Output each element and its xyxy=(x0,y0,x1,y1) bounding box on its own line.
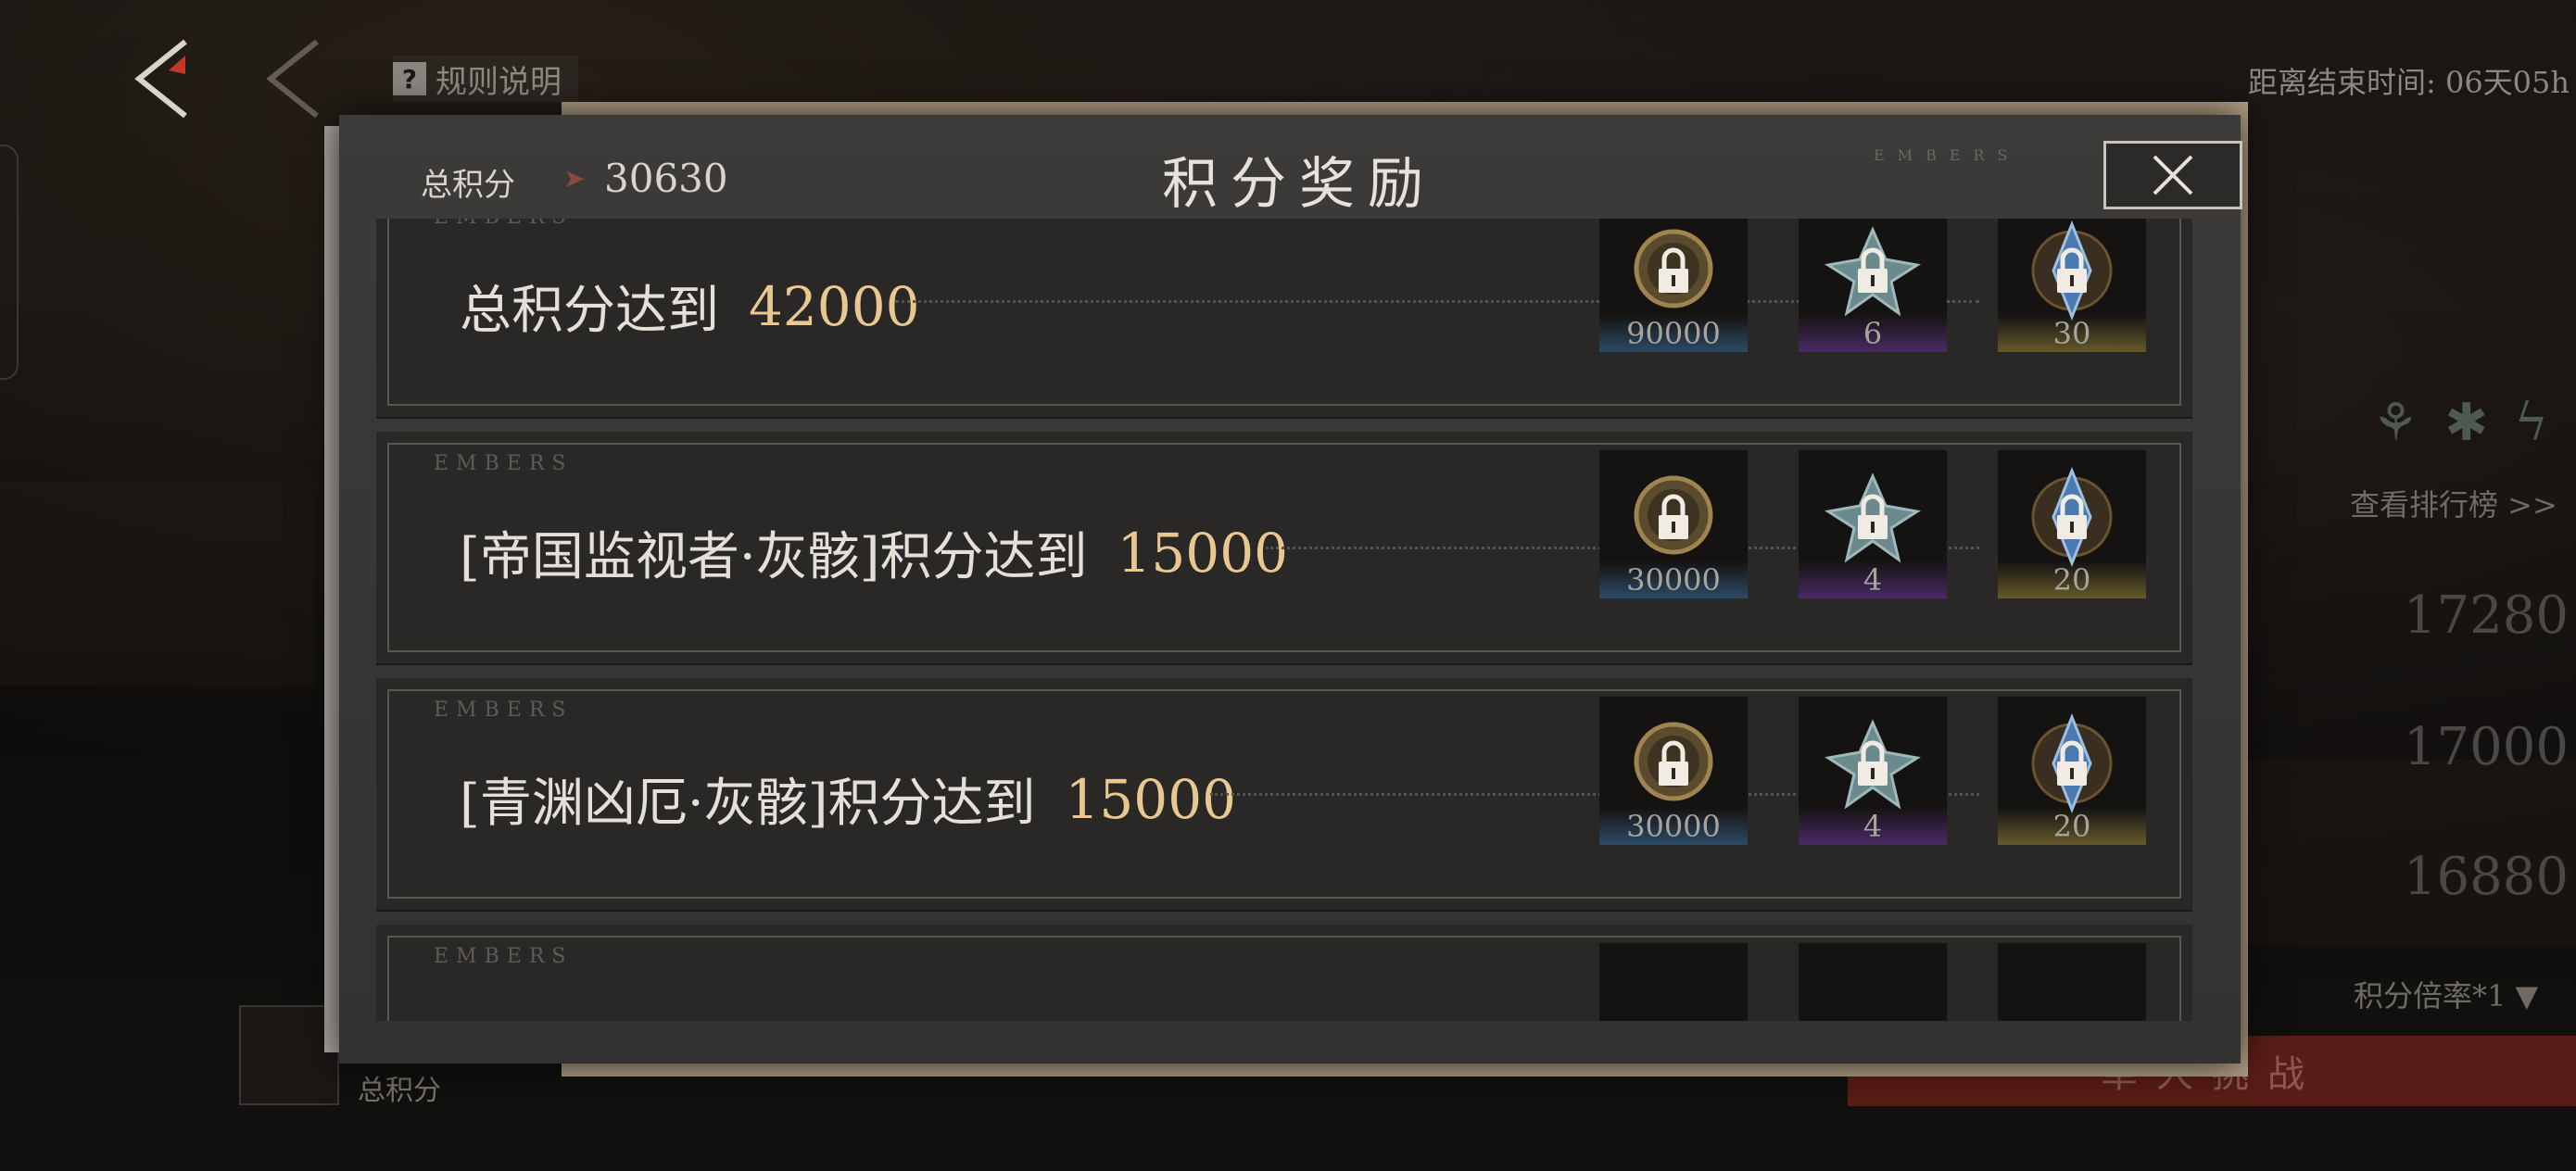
reward-item[interactable]: 30000 xyxy=(1599,450,1748,598)
reward-quantity: 90000 xyxy=(1626,316,1721,351)
reward-quantity: 20 xyxy=(2052,562,2091,598)
rank-score: 17280 xyxy=(2403,586,2569,646)
reward-condition: [青渊凶厄·灰骸]积分达到 15000 xyxy=(460,762,1236,837)
total-score-label: 总积分 xyxy=(421,167,515,204)
close-icon xyxy=(2153,155,2193,195)
reward-row: EMBERS [青渊凶厄·灰骸]积分达到 15000 30000 4 20 xyxy=(376,678,2192,910)
reward-item[interactable]: 30000 xyxy=(1599,697,1748,845)
reward-row: EMBERS xyxy=(376,925,2192,1021)
secondary-back-icon xyxy=(266,39,319,119)
leaderboard-link[interactable]: 查看排行榜 >> xyxy=(2350,482,2557,524)
condition-score: 15000 xyxy=(1065,767,1237,831)
rank-score: 16880 xyxy=(2403,847,2569,907)
side-tab[interactable] xyxy=(0,145,19,380)
element-type-icons: ⚘ ✱ ϟ xyxy=(2372,393,2548,453)
reward-item[interactable]: 30 xyxy=(1998,219,2146,352)
question-icon: ? xyxy=(393,62,426,95)
arrow-icon: ➤ xyxy=(563,163,586,194)
modal-title: 积分奖励 xyxy=(1162,152,1436,217)
reward-quantity: 6 xyxy=(1863,316,1883,351)
reward-quantity: 30000 xyxy=(1626,809,1721,844)
total-score-value: 30630 xyxy=(604,156,728,201)
reward-item[interactable]: 4 xyxy=(1799,697,1947,845)
reward-item[interactable]: 20 xyxy=(1998,450,2146,598)
reward-item[interactable] xyxy=(1998,943,2146,1021)
reward-item[interactable] xyxy=(1799,943,1947,1021)
reward-item[interactable]: 4 xyxy=(1799,450,1947,598)
rules-button[interactable]: ? 规则说明 xyxy=(393,56,578,102)
rules-label: 规则说明 xyxy=(436,63,562,101)
condition-score: 42000 xyxy=(749,274,920,338)
embers-watermark: EMBERS xyxy=(1874,146,2021,164)
close-button[interactable] xyxy=(2103,141,2242,209)
reward-condition: [帝国监视者·灰骸]积分达到 15000 xyxy=(460,515,1288,590)
reward-quantity: 30 xyxy=(2052,316,2091,351)
event-timer: 距离结束时间: 06天05h xyxy=(2248,65,2570,100)
embers-watermark: EMBERS xyxy=(434,945,574,968)
reward-quantity: 30000 xyxy=(1626,562,1721,598)
condition-label: [青渊凶厄·灰骸]积分达到 xyxy=(460,774,1036,834)
condition-label: 总积分达到 xyxy=(460,281,719,341)
reward-item[interactable]: 6 xyxy=(1799,219,1947,352)
condition-score: 15000 xyxy=(1117,521,1289,585)
reward-quantity: 20 xyxy=(2052,809,2091,844)
reward-item[interactable]: 20 xyxy=(1998,697,2146,845)
reward-item[interactable] xyxy=(1599,943,1748,1021)
reward-row: EMBERS 总积分达到 42000 90000 6 30 xyxy=(376,219,2192,417)
embers-watermark: EMBERS xyxy=(434,699,574,722)
multiplier-select[interactable]: 积分倍率*1 ▼ xyxy=(2354,973,2538,1015)
back-arrow-icon[interactable] xyxy=(130,37,195,120)
reward-quantity: 4 xyxy=(1863,562,1883,598)
rank-score: 17000 xyxy=(2403,717,2569,777)
snowflake-icon: ✱ xyxy=(2444,393,2489,453)
reward-list[interactable]: EMBERS 总积分达到 42000 90000 6 30 EMBERS [帝国监视者·灰骸]… xyxy=(376,219,2192,1021)
wind-icon: ⚘ xyxy=(2372,393,2419,453)
background-shelf xyxy=(0,482,315,686)
lightning-icon: ϟ xyxy=(2514,393,2549,453)
embers-watermark: EMBERS xyxy=(434,452,574,475)
condition-label: [帝国监视者·灰骸]积分达到 xyxy=(460,527,1088,587)
embers-watermark: EMBERS xyxy=(434,219,573,229)
reward-quantity: 4 xyxy=(1863,809,1883,844)
chest-label: 总积分 xyxy=(358,1075,441,1107)
reward-condition: 总积分达到 42000 xyxy=(460,269,920,344)
reward-item[interactable]: 90000 xyxy=(1599,219,1748,352)
reward-row: EMBERS [帝国监视者·灰骸]积分达到 15000 30000 4 20 xyxy=(376,432,2192,663)
